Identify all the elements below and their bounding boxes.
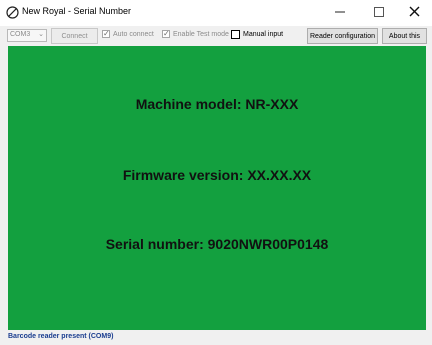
minimize-button[interactable]	[322, 0, 358, 26]
info-panel: Machine model: NR-XXX Firmware version: …	[8, 46, 426, 330]
machine-model-text: Machine model: NR-XXX	[135, 96, 299, 112]
status-bar-text: Barcode reader present (COM9)	[8, 333, 114, 340]
window-title: New Royal - Serial Number	[22, 6, 132, 16]
close-button[interactable]	[396, 0, 432, 26]
no-entry-icon	[6, 6, 19, 19]
port-select-value: COM3	[10, 31, 31, 38]
checkbox-unchecked-icon	[231, 30, 240, 39]
title-bar: New Royal - Serial Number	[0, 0, 432, 26]
close-icon	[409, 4, 420, 22]
maximize-icon	[374, 4, 384, 22]
firmware-version-text: Firmware version: XX.XX.XX	[122, 167, 312, 183]
test-mode-checkbox[interactable]: ✓ Enable Test mode	[162, 29, 229, 38]
manual-input-checkbox[interactable]: Manual input	[231, 30, 283, 39]
toolbar: COM3 ⌄ Connect ✓ Auto connect ✓ Enable T…	[0, 26, 432, 46]
reader-configuration-button[interactable]: Reader configuration	[307, 28, 378, 44]
checkbox-checked-icon: ✓	[102, 29, 110, 38]
checkbox-checked-icon: ✓	[162, 29, 170, 38]
test-mode-label: Enable Test mode	[173, 30, 229, 38]
serial-number-text: Serial number: 9020NWR00P0148	[105, 236, 329, 252]
auto-connect-checkbox[interactable]: ✓ Auto connect	[102, 29, 154, 38]
connect-button[interactable]: Connect	[51, 28, 98, 44]
minimize-icon	[335, 4, 345, 22]
auto-connect-label: Auto connect	[113, 30, 154, 38]
about-button[interactable]: About this	[382, 28, 427, 44]
chevron-down-icon: ⌄	[38, 31, 44, 38]
manual-input-label: Manual input	[243, 31, 284, 38]
port-select[interactable]: COM3 ⌄	[7, 29, 47, 42]
maximize-button[interactable]	[361, 0, 397, 26]
